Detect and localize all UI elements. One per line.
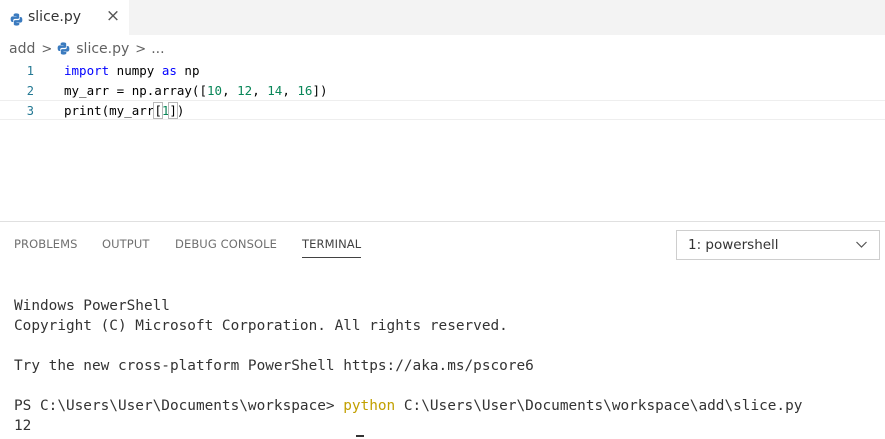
terminal-result: 12 [14,418,32,434]
tab-problems[interactable]: PROBLEMS [14,237,78,251]
code-text: my_arr = np.array([10, 12, 14, 16]) [64,83,328,98]
tab-label: slice.py [28,9,82,25]
terminal-command-arg: C:\Users\User\Documents\workspace\add\sl… [395,398,803,414]
code-line-current: 3 print(my_arr[1]) [0,100,885,120]
tab-debug-console[interactable]: DEBUG CONSOLE [175,237,277,251]
terminal-command: python [343,398,396,414]
chevron-right-icon: > [135,41,147,57]
terminal-line: Windows PowerShell [14,298,170,314]
breadcrumb-more[interactable]: ... [151,41,164,57]
breadcrumb-folder[interactable]: add [9,41,35,57]
terminal-select[interactable]: 1: powershell [676,230,880,260]
python-icon [57,41,70,59]
bracket-match: ] [168,102,178,119]
line-number: 3 [26,104,34,118]
line-number: 1 [26,64,34,78]
python-icon [10,11,23,30]
terminal-prompt: PS C:\Users\User\Documents\workspace> [14,398,344,414]
chevron-right-icon: > [41,41,53,57]
line-number: 2 [26,84,34,98]
code-line: 2 my_arr = np.array([10, 12, 14, 16]) [0,81,885,101]
tab-terminal[interactable]: TERMINAL [302,237,362,258]
terminal-cursor [356,435,364,437]
code-editor[interactable]: 1 import numpy as np 2 my_arr = np.array… [0,61,885,221]
chevron-down-icon [855,238,868,255]
terminal-select-value: 1: powershell [688,237,779,253]
terminal-line: Copyright (C) Microsoft Corporation. All… [14,318,508,334]
breadcrumb-file[interactable]: slice.py [76,41,129,57]
close-icon[interactable]: × [104,5,122,27]
code-line: 1 import numpy as np [0,61,885,81]
terminal-command-line: PS C:\Users\User\Documents\workspace> py… [14,396,802,416]
tab-output[interactable]: OUTPUT [102,237,149,251]
editor-tab-bar: slice.py × [0,0,885,35]
terminal-line: Try the new cross-platform PowerShell ht… [14,358,534,374]
code-text: import numpy as np [64,63,200,78]
code-text: print(my_arr[1]) [64,102,185,119]
bracket-match: [ [153,102,163,119]
editor-tab-slice-py[interactable]: slice.py × [0,0,129,35]
breadcrumb: add > slice.py > ... [0,38,165,60]
